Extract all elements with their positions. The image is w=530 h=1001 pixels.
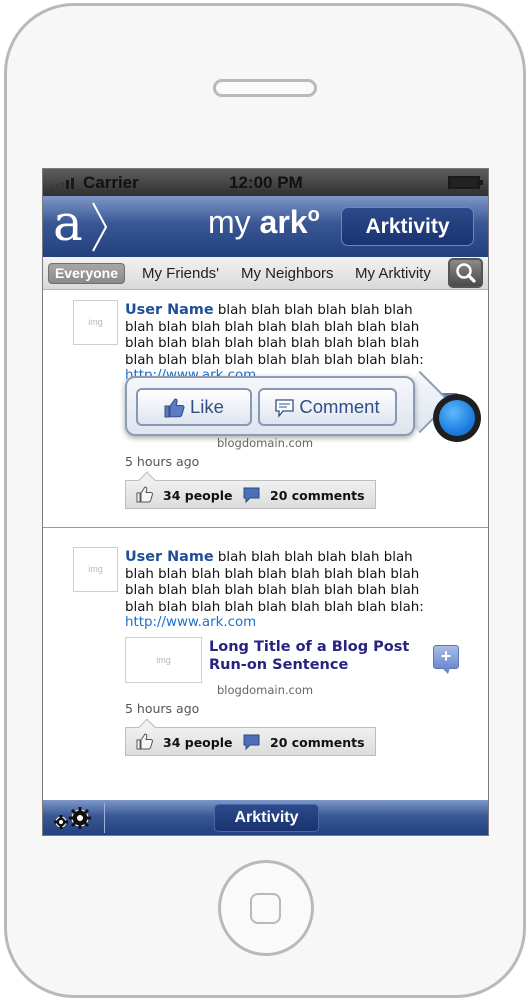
tab-arktivity[interactable]: Arktivity [214,804,319,832]
gear-icon [54,807,91,829]
likes-count[interactable]: 34 people [163,488,232,503]
status-time: 12:00 PM [229,173,303,192]
filter-my-friends[interactable]: My Friends' [142,265,219,282]
battery-icon [448,176,483,189]
logo-letter: a [53,194,83,252]
thumbs-up-icon[interactable] [136,733,154,750]
thumbs-up-icon [164,398,185,418]
ark-logo[interactable]: a [43,194,109,257]
post-stats: 34 people 20 comments [125,718,376,756]
post-divider [43,527,488,528]
likes-count[interactable]: 34 people [163,735,232,750]
comment-icon [275,398,295,418]
comments-count[interactable]: 20 comments [270,488,365,503]
post-username[interactable]: User Name [125,549,214,565]
comment-button[interactable]: Comment [258,388,397,426]
filter-my-arktivity[interactable]: My Arktivity [355,265,431,282]
post-stats: 34 people 20 comments [125,471,376,509]
post-time: 5 hours ago [125,454,200,469]
arktivity-button[interactable]: Arktivity [341,207,474,246]
comment-icon[interactable] [243,487,261,504]
search-icon [456,263,476,283]
filter-bar: Everyone My Friends' My Neighbors My Ark… [43,257,488,290]
add-comment-icon: + [440,646,452,666]
nav-bar: a my arko Arktivity [43,194,488,257]
comments-count[interactable]: 20 comments [270,735,365,750]
signal-strength-icon [51,178,74,189]
tab-separator [104,803,105,833]
bottom-tab-bar: Arktivity [43,800,488,835]
brand-ark: ark [259,204,308,240]
carrier-label: Carrier [83,173,139,192]
comment-icon[interactable] [243,734,261,751]
brand-mark: o [307,204,320,226]
tap-indicator [433,394,481,442]
post-body: User Name blah blah blah blah blah blah … [125,549,430,616]
phone-speaker [213,79,317,97]
action-popup: Like Comment [125,376,415,436]
logo-chevron-icon [92,202,108,252]
post-domain: blogdomain.com [217,683,314,697]
add-comment-button[interactable]: + [433,645,459,674]
blog-post-title[interactable]: Long Title of a Blog Post Run-on Sentenc… [209,638,429,674]
settings-button[interactable] [51,806,99,832]
avatar[interactable]: img [73,300,118,345]
search-button[interactable] [448,258,483,288]
comment-label: Comment [299,396,380,417]
like-button[interactable]: Like [136,388,252,426]
post-username[interactable]: User Name [125,302,214,318]
app-screen: Carrier 12:00 PM a my arko Arktivity Eve… [42,168,489,836]
filter-everyone[interactable]: Everyone [48,263,125,284]
status-bar: Carrier 12:00 PM [43,169,488,196]
blog-thumbnail[interactable]: img [125,637,202,683]
post-link[interactable]: http://www.ark.com [125,615,256,630]
brand-title: my arko [208,204,320,241]
filter-my-neighbors[interactable]: My Neighbors [241,265,334,282]
post-time: 5 hours ago [125,701,200,716]
post-domain: blogdomain.com [217,436,314,450]
post-body: User Name blah blah blah blah blah blah … [125,302,430,369]
avatar[interactable]: img [73,547,118,592]
brand-my: my [208,204,251,240]
thumbs-up-icon[interactable] [136,486,154,503]
home-button-square [250,893,281,924]
like-label: Like [190,396,224,417]
